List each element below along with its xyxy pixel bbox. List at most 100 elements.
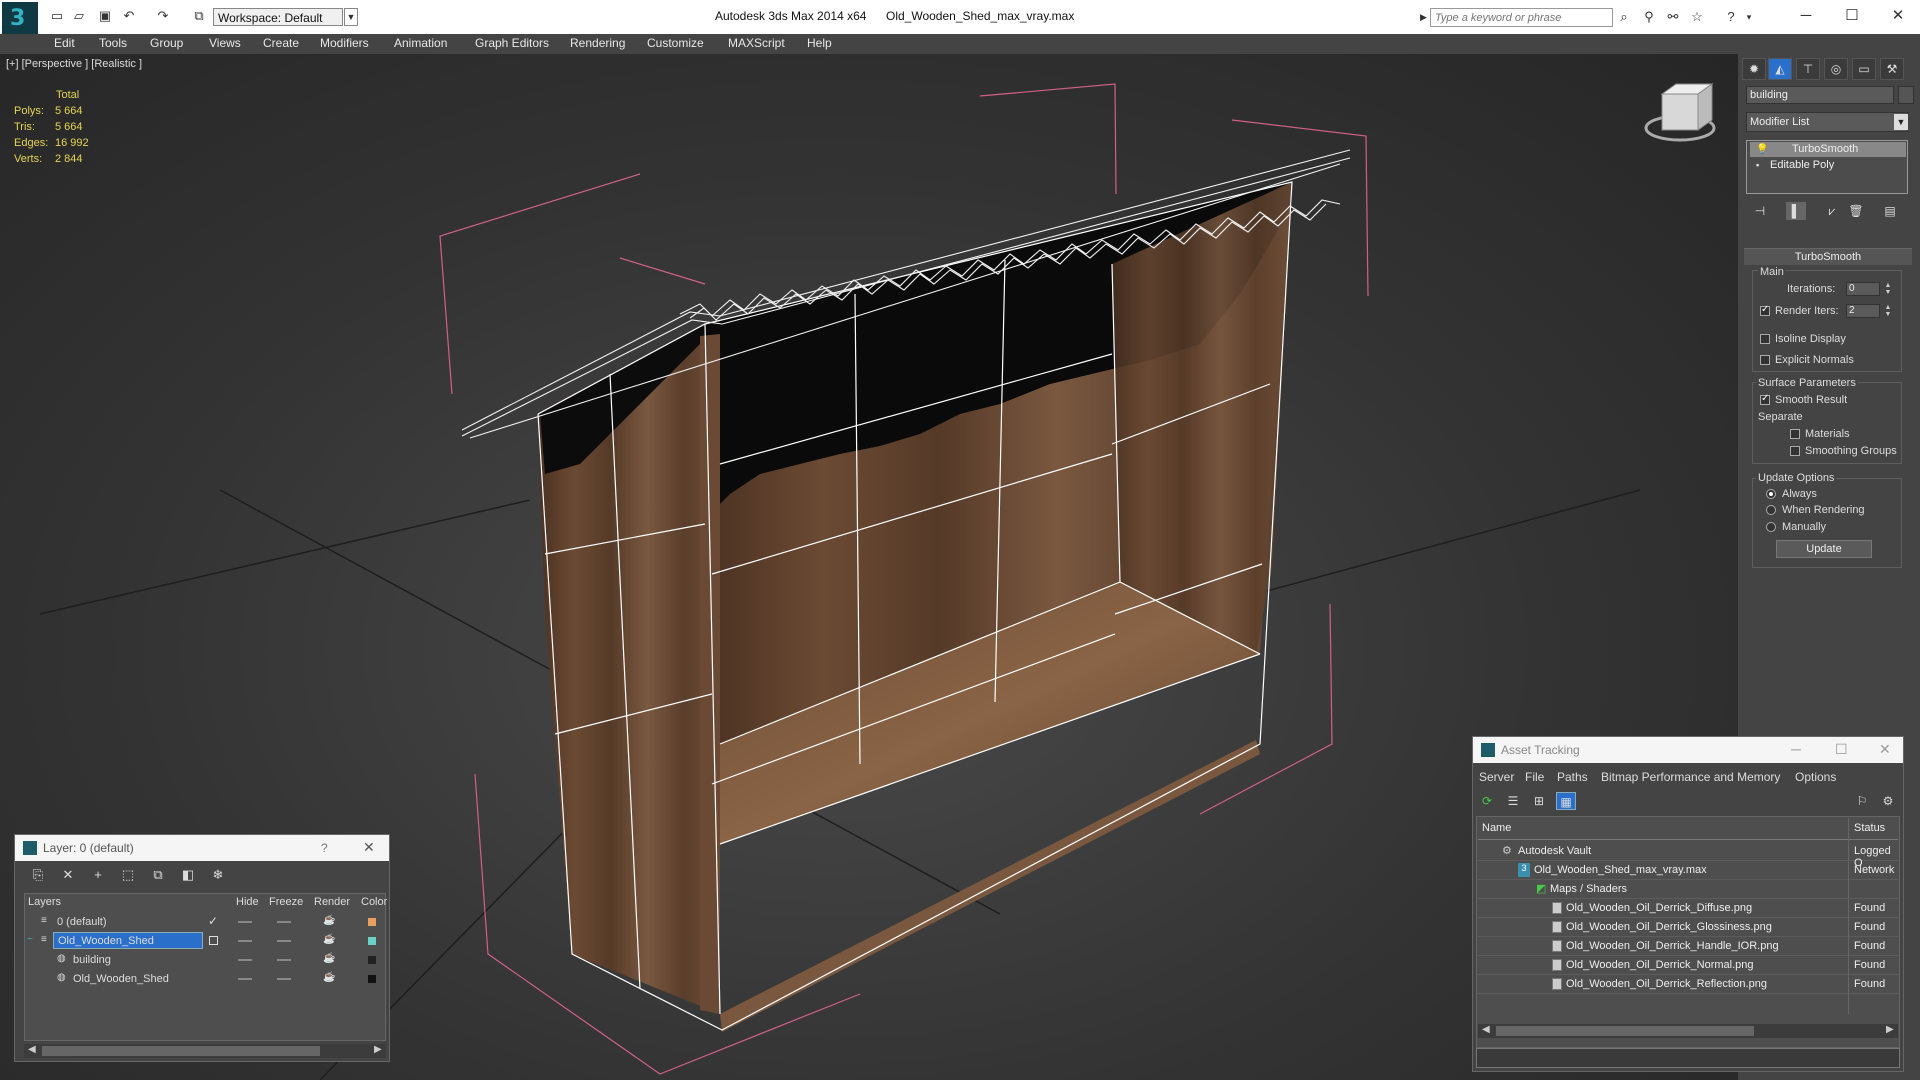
render-iters-spinner[interactable]: 2 (1846, 304, 1880, 318)
asset-row[interactable]: ◩ Maps / Shaders (1478, 880, 1898, 899)
add-to-layer-icon[interactable]: + (88, 866, 108, 884)
refresh-icon[interactable]: ⟳ (1477, 792, 1497, 810)
asset-row[interactable]: 3 Old_Wooden_Shed_max_vray.max Network (1478, 861, 1898, 880)
scrollbar-thumb[interactable] (42, 1046, 320, 1056)
stack-item-turbosmooth[interactable]: 💡 TurboSmooth (1750, 142, 1906, 157)
render-teapot-icon[interactable]: ☕ (323, 915, 335, 926)
close-icon[interactable]: ✕ (1878, 4, 1918, 28)
hide-all-icon[interactable]: ◧ (178, 866, 198, 884)
render-teapot-icon[interactable]: ☕ (323, 972, 335, 983)
freeze-toggle[interactable] (277, 921, 291, 923)
layer-row[interactable]: − ≡ Old_Wooden_Shed ☕ (25, 932, 385, 950)
close-icon[interactable]: ✕ (363, 839, 375, 856)
search-input[interactable] (1430, 8, 1613, 27)
object-name-field[interactable]: building (1746, 86, 1894, 104)
display-tab-icon[interactable]: ▭ (1852, 58, 1876, 80)
menu-modifiers[interactable]: Modifiers (320, 36, 369, 50)
asset-row[interactable]: ⚙ Autodesk Vault Logged O (1478, 842, 1898, 869)
connection-icon[interactable]: ⚯ (1664, 9, 1682, 25)
minimize-icon[interactable]: ─ (1786, 4, 1826, 28)
iterations-spinner[interactable]: 0 (1846, 282, 1880, 296)
manually-radio[interactable] (1766, 522, 1776, 532)
hierarchy-tab-icon[interactable]: ⊤ (1796, 58, 1820, 80)
close-icon[interactable]: ✕ (1879, 741, 1891, 758)
create-layer-icon[interactable]: ⎘ (28, 866, 48, 884)
asset-row[interactable]: Old_Wooden_Oil_Derrick_Diffuse.png Found (1478, 899, 1898, 918)
hide-toggle[interactable] (238, 959, 252, 961)
menu-customize[interactable]: Customize (647, 36, 704, 50)
thumbnail-view-icon[interactable]: ⊞ (1529, 792, 1549, 810)
column-header-render[interactable]: Render (314, 896, 350, 908)
create-tab-icon[interactable]: ✹ (1742, 58, 1766, 80)
layer-color-swatch[interactable] (368, 937, 376, 945)
column-header-color[interactable]: Color (361, 896, 387, 908)
when-rendering-radio[interactable] (1766, 505, 1776, 515)
help-button[interactable]: ? (321, 841, 328, 855)
column-header-freeze[interactable]: Freeze (269, 896, 303, 908)
remove-modifier-icon[interactable]: 🗑 (1846, 202, 1866, 220)
help-chevron-icon[interactable]: ▾ (1740, 9, 1758, 25)
menu-edit[interactable]: Edit (54, 36, 75, 50)
maximize-icon[interactable]: ☐ (1832, 4, 1872, 28)
menu-tools[interactable]: Tools (99, 36, 127, 50)
freeze-all-icon[interactable]: ❄ (208, 866, 228, 884)
undo-icon[interactable]: ↶ (120, 8, 138, 24)
smoothing-groups-checkbox[interactable] (1790, 446, 1800, 456)
modifier-list-dropdown[interactable]: Modifier List (1746, 112, 1908, 132)
modify-tab-icon[interactable]: ◭ (1768, 58, 1792, 80)
layer-color-swatch[interactable] (368, 918, 376, 926)
make-unique-icon[interactable]: ⩗ (1822, 202, 1842, 220)
asset-menu-paths[interactable]: Paths (1557, 770, 1588, 784)
vault-help-icon[interactable]: ⚐ (1852, 792, 1872, 810)
maximize-icon[interactable]: ☐ (1835, 741, 1848, 758)
chevron-down-icon[interactable]: ▼ (344, 8, 358, 26)
menu-rendering[interactable]: Rendering (570, 36, 625, 50)
show-end-result-icon[interactable]: ▌ (1786, 202, 1806, 220)
hide-toggle[interactable] (238, 921, 252, 923)
materials-checkbox[interactable] (1790, 429, 1800, 439)
select-layer-box-icon[interactable] (209, 936, 218, 945)
turbosmooth-rollout-header[interactable]: TurboSmooth (1744, 248, 1912, 265)
asset-row[interactable]: Old_Wooden_Oil_Derrick_Reflection.png Fo… (1478, 975, 1898, 994)
asset-menu-options[interactable]: Options (1795, 770, 1836, 784)
select-objects-icon[interactable]: ⬚ (118, 866, 138, 884)
freeze-toggle[interactable] (277, 978, 291, 980)
hide-toggle[interactable] (238, 978, 252, 980)
render-iters-checkbox[interactable] (1760, 304, 1770, 316)
layer-row[interactable]: ≡ 0 (default) ✓ ☕ (25, 913, 385, 931)
scroll-right-icon[interactable]: ▶ (374, 1044, 382, 1055)
asset-menu-bitmap-performance[interactable]: Bitmap Performance and Memory (1601, 770, 1780, 784)
table-view-icon[interactable]: ▦ (1556, 792, 1576, 810)
layer-dialog-titlebar[interactable]: Layer: 0 (default) ? ✕ (15, 835, 389, 861)
app-logo-button[interactable]: 3 (2, 2, 38, 38)
object-color-swatch[interactable] (1898, 86, 1914, 104)
stack-item-editable-poly[interactable]: ▪ Editable Poly (1750, 158, 1906, 173)
binoculars-icon[interactable]: ⌕ (1615, 9, 1633, 25)
asset-menu-server[interactable]: Server (1479, 770, 1514, 784)
favorites-star-icon[interactable]: ☆ (1688, 9, 1706, 25)
lightbulb-icon[interactable]: 💡 (1756, 142, 1768, 157)
column-header-hide[interactable]: Hide (236, 896, 259, 908)
spinner-arrows-icon[interactable]: ▲ ▼ (1884, 282, 1892, 296)
help-icon[interactable]: ? (1722, 9, 1740, 25)
render-teapot-icon[interactable]: ☕ (323, 953, 335, 964)
explicit-normals-checkbox[interactable] (1760, 355, 1770, 365)
delete-layer-icon[interactable]: ✕ (58, 866, 78, 884)
active-layer-check-icon[interactable]: ✓ (208, 914, 218, 928)
pin-stack-icon[interactable]: ⊣ (1750, 202, 1770, 220)
new-file-icon[interactable]: ▭ (48, 8, 66, 24)
object-color-swatch[interactable] (368, 975, 376, 983)
menu-create[interactable]: Create (263, 36, 299, 50)
scroll-left-icon[interactable]: ◀ (1482, 1024, 1490, 1035)
render-teapot-icon[interactable]: ☕ (323, 934, 335, 945)
menu-group[interactable]: Group (150, 36, 183, 50)
scroll-left-icon[interactable]: ◀ (28, 1044, 36, 1055)
workspace-dropdown[interactable]: Workspace: Default (213, 8, 343, 26)
hide-toggle[interactable] (238, 940, 252, 942)
menu-help[interactable]: Help (807, 36, 832, 50)
select-layer-icon[interactable]: ⧉ (148, 866, 168, 884)
menu-animation[interactable]: Animation (394, 36, 447, 50)
update-button[interactable]: Update (1776, 540, 1872, 558)
layer-row[interactable]: ◍ Old_Wooden_Shed ☕ (25, 970, 385, 988)
column-header-name[interactable]: Name (1482, 822, 1511, 834)
